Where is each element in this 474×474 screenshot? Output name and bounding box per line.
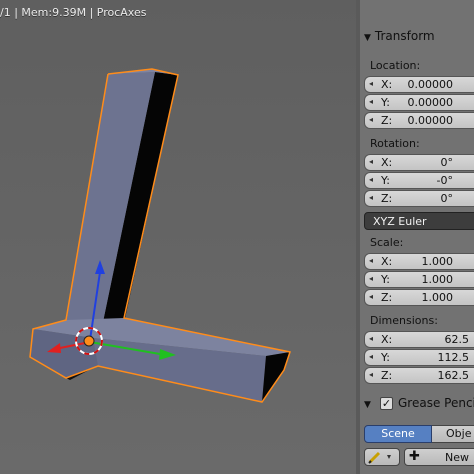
arrows-icon[interactable]: ◂ <box>369 175 373 184</box>
rotation-x-field[interactable]: ◂ X: 0° <box>364 154 474 171</box>
object-origin-icon <box>83 335 95 347</box>
3d-viewport[interactable]: /1 | Mem:9.39M | ProcAxes <box>0 0 356 474</box>
checkbox-icon[interactable]: ✓ <box>380 397 393 410</box>
location-label: Location: <box>370 59 421 72</box>
arrows-icon[interactable]: ◂ <box>369 334 373 343</box>
panel-divider[interactable] <box>356 0 360 474</box>
dimensions-y-field[interactable]: ◂ Y: 112.5 <box>364 349 474 366</box>
triangle-down-icon: ▼ <box>364 33 371 43</box>
location-z-field[interactable]: ◂ Z: 0.00000 <box>364 112 474 129</box>
location-y-field[interactable]: ◂ Y: 0.00000 <box>364 94 474 111</box>
rotation-z-field[interactable]: ◂ Z: 0° <box>364 190 474 207</box>
pencil-button[interactable] <box>364 448 400 466</box>
arrows-icon[interactable]: ◂ <box>369 193 373 202</box>
scene-canvas[interactable] <box>0 0 356 474</box>
arrows-icon[interactable]: ◂ <box>369 274 373 283</box>
scale-x-field[interactable]: ◂ X: 1.000 <box>364 253 474 270</box>
dimensions-z-field[interactable]: ◂ Z: 162.5 <box>364 367 474 384</box>
tab-object[interactable]: Obje <box>432 425 474 443</box>
arrows-icon[interactable]: ◂ <box>369 256 373 265</box>
arrows-icon[interactable]: ◂ <box>369 352 373 361</box>
arrows-icon[interactable]: ◂ <box>369 79 373 88</box>
arrows-icon[interactable]: ◂ <box>369 115 373 124</box>
grease-pencil-title: Grease Pencil <box>398 396 474 410</box>
dimensions-label: Dimensions: <box>370 314 438 327</box>
new-grease-pencil-button[interactable]: ✚ New <box>404 448 474 466</box>
scale-label: Scale: <box>370 236 404 249</box>
dimensions-x-field[interactable]: ◂ X: 62.5 <box>364 331 474 348</box>
pencil-icon <box>368 451 391 464</box>
tab-scene[interactable]: Scene <box>364 425 432 443</box>
rotation-mode-select[interactable]: XYZ Euler <box>364 212 474 230</box>
horizontal-bar-end <box>262 352 290 402</box>
scale-y-field[interactable]: ◂ Y: 1.000 <box>364 271 474 288</box>
grease-pencil-header[interactable]: ▼ <box>364 396 375 410</box>
triangle-down-icon: ▼ <box>364 400 371 410</box>
arrows-icon[interactable]: ◂ <box>369 97 373 106</box>
rotation-y-field[interactable]: ◂ Y: -0° <box>364 172 474 189</box>
arrows-icon[interactable]: ◂ <box>369 292 373 301</box>
scale-z-field[interactable]: ◂ Z: 1.000 <box>364 289 474 306</box>
properties-panel: ▼ Transform Location: ◂ X: 0.00000 ◂ Y: 0… <box>356 0 474 474</box>
plus-icon: ✚ <box>409 449 420 464</box>
arrows-icon[interactable]: ◂ <box>369 370 373 379</box>
location-x-field[interactable]: ◂ X: 0.00000 <box>364 76 474 93</box>
transform-header[interactable]: ▼ Transform <box>364 29 435 43</box>
arrows-icon[interactable]: ◂ <box>369 157 373 166</box>
rotation-label: Rotation: <box>370 137 420 150</box>
